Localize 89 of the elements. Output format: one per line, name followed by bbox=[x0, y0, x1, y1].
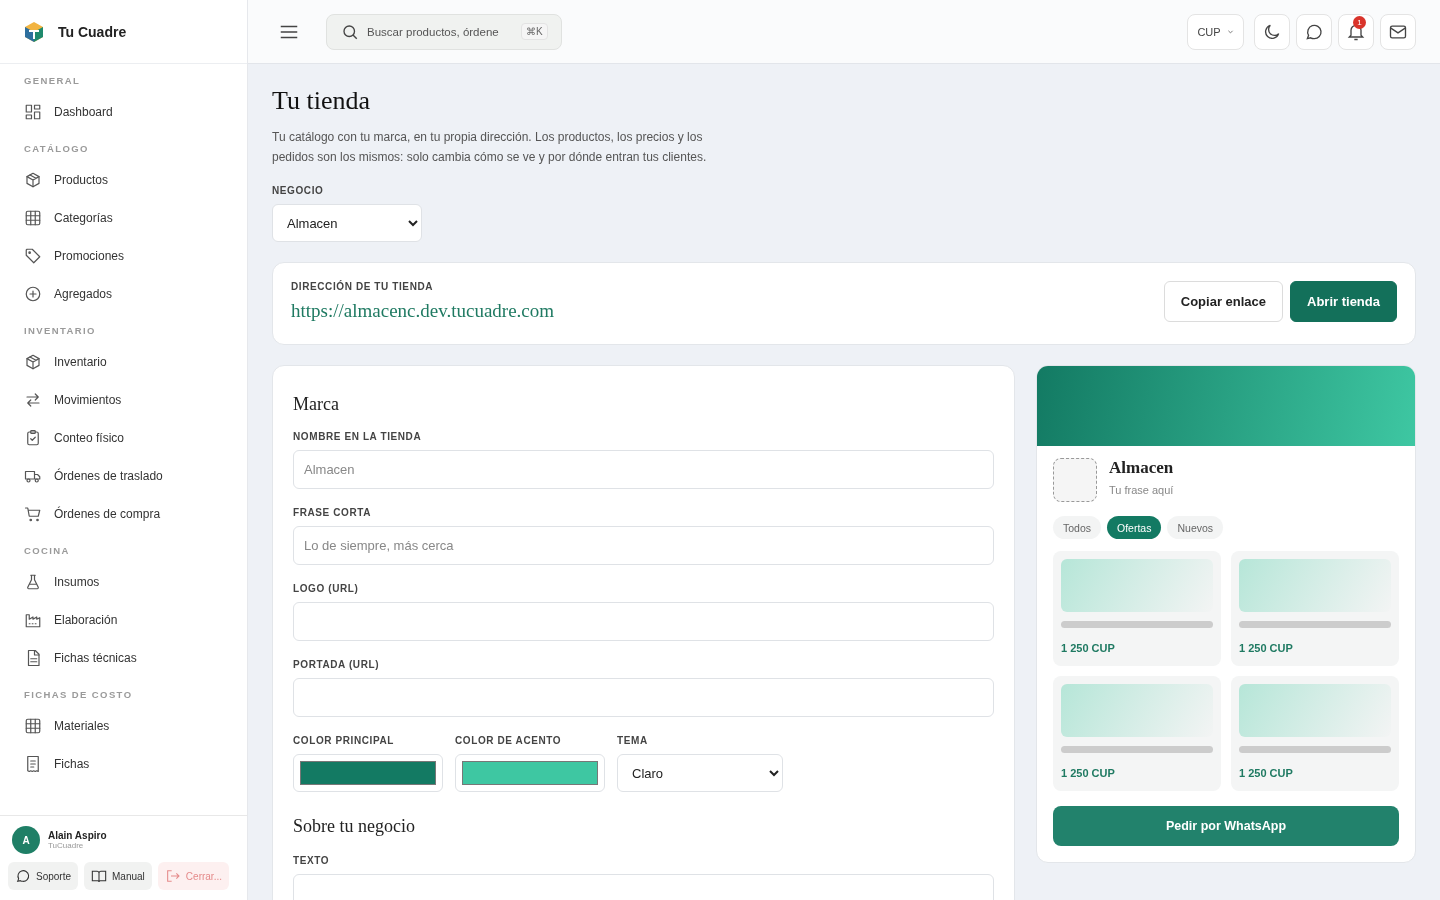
open-store-button[interactable]: Abrir tienda bbox=[1290, 281, 1397, 322]
sidebar-item[interactable]: Inventario bbox=[24, 343, 247, 381]
field-label: FRASE CORTA bbox=[293, 507, 373, 518]
sidebar-item[interactable]: Conteo físico bbox=[24, 419, 247, 457]
section-heading: COCINA bbox=[24, 544, 71, 558]
product-price: 1 250 CUP bbox=[1061, 767, 1115, 779]
chat-button[interactable] bbox=[1296, 13, 1332, 50]
footer-button[interactable]: Manual bbox=[84, 862, 152, 890]
input-field[interactable] bbox=[293, 678, 994, 717]
sidebar-item[interactable]: Categorías bbox=[24, 199, 247, 237]
sidebar-item[interactable]: Insumos bbox=[24, 563, 247, 601]
box-icon bbox=[24, 171, 42, 189]
flask-icon bbox=[24, 573, 42, 591]
field-label: NOMBRE EN LA TIENDA bbox=[293, 431, 423, 442]
sidebar-item[interactable]: Materiales bbox=[24, 707, 247, 745]
field-label: LOGO (URL) bbox=[293, 583, 360, 594]
sidebar-item[interactable]: Productos bbox=[24, 161, 247, 199]
sidebar-item[interactable]: Promociones bbox=[24, 237, 247, 275]
notification-badge: 1 bbox=[1353, 15, 1366, 29]
sidebar-item[interactable]: Dashboard bbox=[24, 93, 247, 131]
section-title: Sobre tu negocio bbox=[293, 816, 416, 837]
store-url-link[interactable]: https://almacenc.dev.tucuadre.com bbox=[291, 300, 555, 321]
input-field[interactable] bbox=[293, 602, 994, 641]
sidebar-item[interactable]: Órdenes de traslado bbox=[24, 457, 247, 495]
search-icon bbox=[341, 22, 359, 41]
product-price: 1 250 CUP bbox=[1061, 642, 1115, 654]
store-name: Almacen bbox=[1109, 458, 1174, 478]
caret-icon bbox=[1226, 28, 1234, 35]
business-select[interactable]: Almacen bbox=[272, 204, 422, 242]
user-name: Alain Aspiro bbox=[48, 830, 107, 841]
product-price: 1 250 CUP bbox=[1239, 767, 1293, 779]
field-label: DIRECCIÓN DE TU TIENDA bbox=[291, 281, 435, 292]
section-heading: GENERAL bbox=[24, 74, 82, 88]
sidebar-item[interactable]: Fichas bbox=[24, 745, 247, 783]
color-picker[interactable] bbox=[455, 754, 605, 792]
brand-name: Tu Cuadre bbox=[58, 23, 127, 40]
currency-selector[interactable]: CUP bbox=[1187, 13, 1244, 50]
section-title: Marca bbox=[293, 394, 340, 415]
field-label: TEXTO bbox=[293, 855, 331, 866]
theme-select[interactable]: Claro bbox=[617, 754, 783, 792]
user-organization: TuCuadre bbox=[48, 841, 85, 850]
section-heading: CATÁLOGO bbox=[24, 142, 90, 156]
product-price: 1 250 CUP bbox=[1239, 642, 1293, 654]
field-label: TEMA bbox=[617, 735, 649, 746]
table-icon bbox=[24, 717, 42, 735]
box-icon bbox=[24, 353, 42, 371]
sidebar-item[interactable]: Fichas técnicas bbox=[24, 639, 247, 677]
section-heading: INVENTARIO bbox=[24, 324, 97, 338]
page-description: Tu catálogo con tu marca, en tu propia dirección. Los productos, los precios y los pedidos son los mismos: solo cambia cómo se ve y por dónde entran tus clientes. bbox=[272, 129, 708, 166]
sidebar-item[interactable]: Órdenes de compra bbox=[24, 495, 247, 533]
table-icon bbox=[24, 209, 42, 227]
book-icon bbox=[91, 868, 108, 884]
sidebar-item[interactable]: Movimientos bbox=[24, 381, 247, 419]
input-field[interactable]: Lo de siempre, más cerca bbox=[293, 526, 994, 565]
logout-icon bbox=[164, 868, 181, 884]
page-title: Tu tienda bbox=[272, 86, 371, 116]
clipboard-icon bbox=[24, 429, 42, 447]
shortcut-hint: ⌘K bbox=[521, 23, 548, 40]
user-avatar: A bbox=[12, 826, 40, 854]
filter-chip[interactable]: Todos bbox=[1053, 516, 1102, 539]
notifications-button[interactable]: 1 bbox=[1338, 13, 1374, 50]
sidebar-item[interactable]: Elaboración bbox=[24, 601, 247, 639]
field-label: PORTADA (URL) bbox=[293, 659, 381, 670]
field-label: NEGOCIO bbox=[272, 185, 325, 196]
input-field[interactable]: Almacen bbox=[293, 450, 994, 489]
receipt-icon bbox=[24, 755, 42, 773]
chat-bubble-icon bbox=[15, 868, 31, 884]
field-label: COLOR DE ACENTO bbox=[455, 735, 563, 746]
cube-logo-icon bbox=[22, 19, 46, 44]
sidebar-item[interactable]: Agregados bbox=[24, 275, 247, 313]
copy-link-button[interactable]: Copiar enlace bbox=[1163, 281, 1284, 322]
mail-button[interactable] bbox=[1380, 13, 1416, 50]
field-label: COLOR PRINCIPAL bbox=[293, 735, 396, 746]
section-heading: FICHAS DE COSTO bbox=[24, 688, 134, 702]
footer-button[interactable]: Soporte bbox=[8, 862, 79, 890]
arrows-icon bbox=[24, 391, 42, 409]
search-field[interactable]: Buscar productos, órdene bbox=[367, 25, 513, 38]
store-tagline: Tu frase aquí bbox=[1109, 484, 1174, 496]
grid-icon bbox=[24, 103, 42, 121]
logo-placeholder bbox=[1053, 458, 1097, 502]
filter-chip[interactable]: Ofertas bbox=[1107, 516, 1162, 539]
color-picker[interactable] bbox=[293, 754, 443, 792]
tag-icon bbox=[24, 247, 42, 265]
theme-button[interactable] bbox=[1254, 13, 1290, 50]
cart-icon bbox=[24, 505, 42, 523]
whatsapp-order-button[interactable]: Pedir por WhatsApp bbox=[1053, 806, 1399, 846]
plus-circle-icon bbox=[24, 285, 42, 303]
factory-icon bbox=[24, 611, 42, 629]
filter-chip[interactable]: Nuevos bbox=[1167, 516, 1224, 539]
